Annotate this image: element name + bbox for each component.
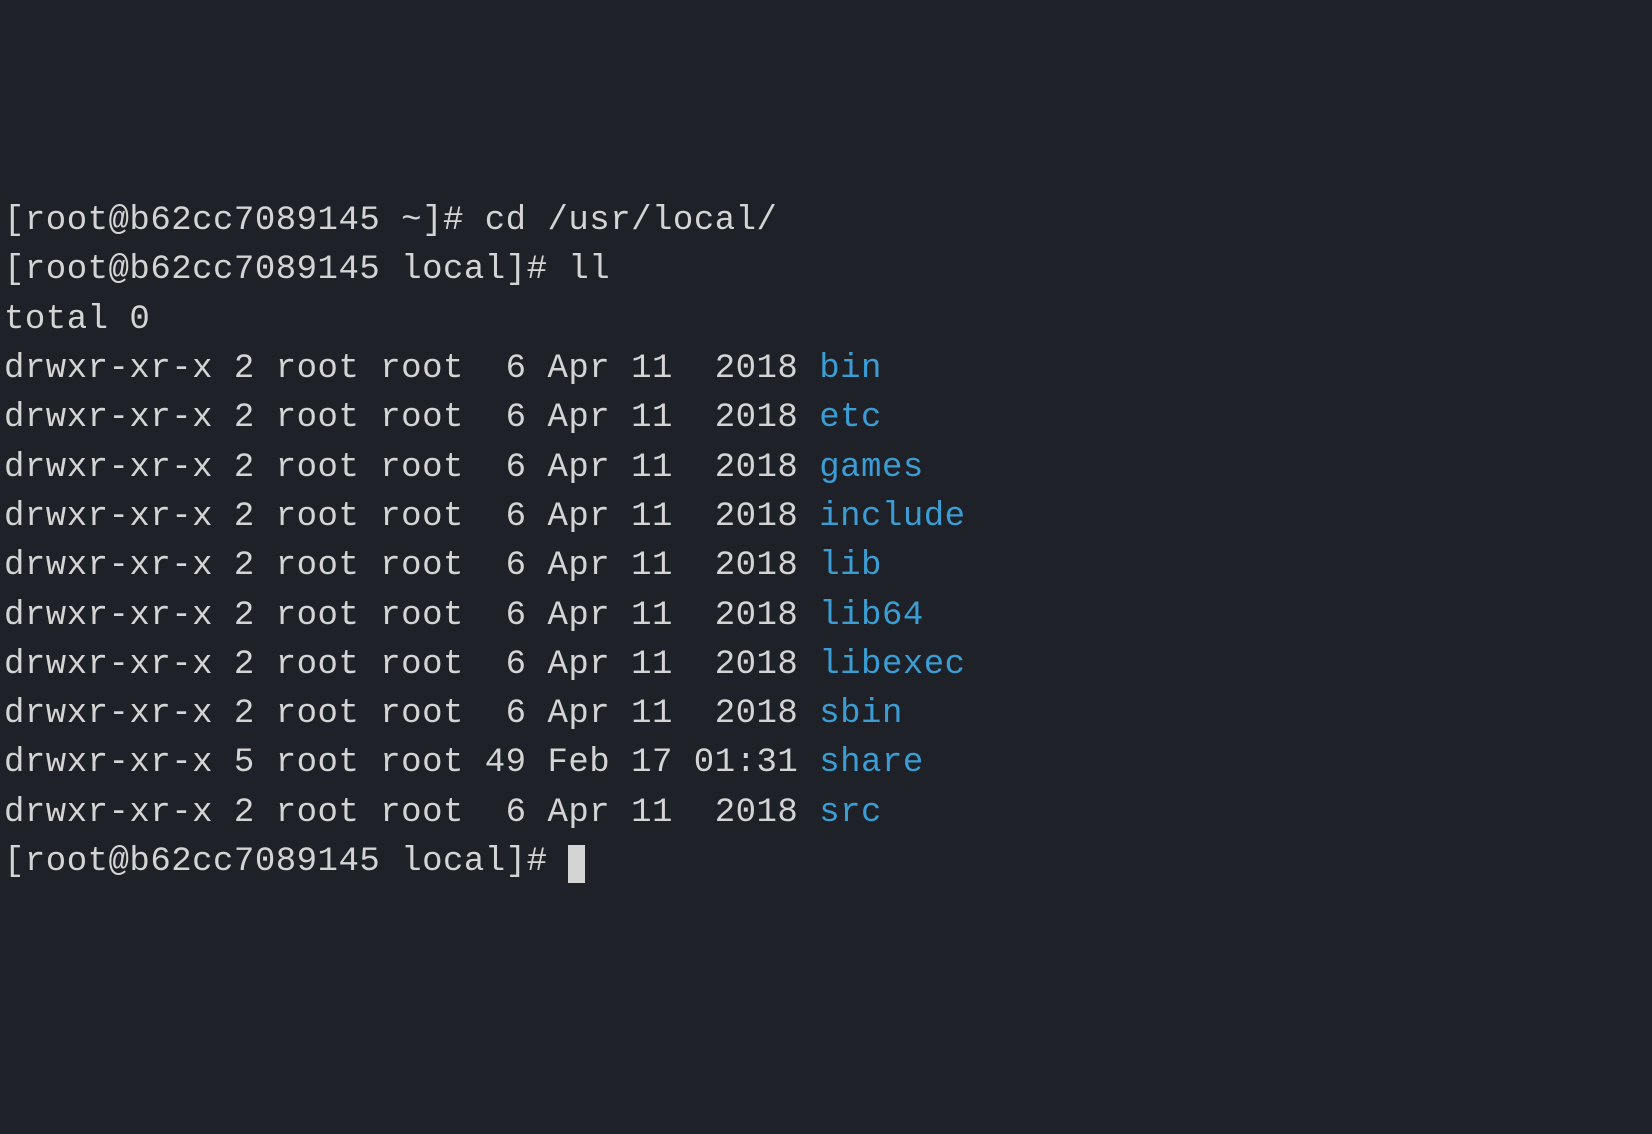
listing-row-meta: drwxr-xr-x 2 root root 6 Apr 11 2018	[4, 350, 819, 388]
command-text: cd /usr/local/	[485, 202, 778, 240]
listing-row-meta: drwxr-xr-x 2 root root 6 Apr 11 2018	[4, 498, 819, 536]
directory-name: bin	[819, 350, 882, 388]
listing-row-meta: drwxr-xr-x 5 root root 49 Feb 17 01:31	[4, 744, 819, 782]
cursor-icon	[568, 845, 585, 883]
directory-name: libexec	[819, 646, 965, 684]
prompt-line: [root@b62cc7089145 local]# ll	[4, 246, 1648, 295]
listing-row-meta: drwxr-xr-x 2 root root 6 Apr 11 2018	[4, 399, 819, 437]
listing-row-meta: drwxr-xr-x 2 root root 6 Apr 11 2018	[4, 794, 819, 832]
listing-row: drwxr-xr-x 2 root root 6 Apr 11 2018 inc…	[4, 493, 1648, 542]
output-total: total 0	[4, 296, 1648, 345]
listing-output: drwxr-xr-x 2 root root 6 Apr 11 2018 bin…	[4, 345, 1648, 838]
listing-row: drwxr-xr-x 2 root root 6 Apr 11 2018 gam…	[4, 444, 1648, 493]
prompt-line: [root@b62cc7089145 ~]# cd /usr/local/	[4, 197, 1648, 246]
listing-row-meta: drwxr-xr-x 2 root root 6 Apr 11 2018	[4, 449, 819, 487]
listing-row: drwxr-xr-x 2 root root 6 Apr 11 2018 lib	[4, 542, 1648, 591]
listing-row: drwxr-xr-x 2 root root 6 Apr 11 2018 sbi…	[4, 690, 1648, 739]
directory-name: sbin	[819, 695, 903, 733]
terminal[interactable]: [root@b62cc7089145 ~]# cd /usr/local/[ro…	[0, 197, 1652, 887]
directory-name: include	[819, 498, 965, 536]
listing-row-meta: drwxr-xr-x 2 root root 6 Apr 11 2018	[4, 646, 819, 684]
listing-row-meta: drwxr-xr-x 2 root root 6 Apr 11 2018	[4, 547, 819, 585]
listing-row: drwxr-xr-x 2 root root 6 Apr 11 2018 lib…	[4, 592, 1648, 641]
directory-name: etc	[819, 399, 882, 437]
prompt: [root@b62cc7089145 local]#	[4, 843, 568, 881]
directory-name: games	[819, 449, 924, 487]
directory-name: share	[819, 744, 924, 782]
listing-row-meta: drwxr-xr-x 2 root root 6 Apr 11 2018	[4, 597, 819, 635]
listing-row-meta: drwxr-xr-x 2 root root 6 Apr 11 2018	[4, 695, 819, 733]
prompt-line-current[interactable]: [root@b62cc7089145 local]#	[4, 838, 1648, 887]
listing-row: drwxr-xr-x 2 root root 6 Apr 11 2018 src	[4, 789, 1648, 838]
command-text: ll	[568, 251, 610, 289]
listing-row: drwxr-xr-x 2 root root 6 Apr 11 2018 lib…	[4, 641, 1648, 690]
listing-row: drwxr-xr-x 5 root root 49 Feb 17 01:31 s…	[4, 739, 1648, 788]
prompt: [root@b62cc7089145 ~]#	[4, 202, 485, 240]
directory-name: lib	[819, 547, 882, 585]
listing-row: drwxr-xr-x 2 root root 6 Apr 11 2018 bin	[4, 345, 1648, 394]
directory-name: src	[819, 794, 882, 832]
listing-row: drwxr-xr-x 2 root root 6 Apr 11 2018 etc	[4, 394, 1648, 443]
prompt: [root@b62cc7089145 local]#	[4, 251, 568, 289]
directory-name: lib64	[819, 597, 924, 635]
